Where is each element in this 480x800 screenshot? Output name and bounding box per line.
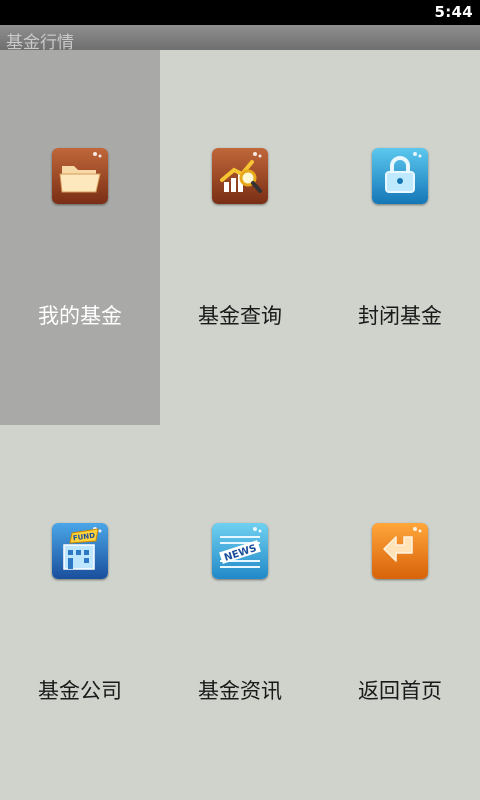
- menu-item-back-home[interactable]: 返回首页: [320, 425, 480, 800]
- menu-item-label: 基金公司: [38, 679, 122, 703]
- status-time: 5:44: [434, 3, 473, 21]
- menu-item-label: 封闭基金: [358, 304, 442, 328]
- menu-item-fund-search[interactable]: 基金查询: [160, 50, 320, 425]
- menu-item-label: 基金资讯: [198, 679, 282, 703]
- menu-item-label: 基金查询: [198, 304, 282, 328]
- news-icon: NEWS: [212, 523, 268, 579]
- chart-search-icon: [212, 148, 268, 204]
- status-bar: 5:44: [0, 0, 480, 25]
- menu-item-closed-fund[interactable]: 封闭基金: [320, 50, 480, 425]
- title-bar: 基金行情: [0, 25, 480, 53]
- menu-item-my-fund[interactable]: 我的基金: [0, 50, 160, 425]
- menu-item-fund-company[interactable]: FUND 基金公司: [0, 425, 160, 800]
- menu-item-label: 返回首页: [358, 679, 442, 703]
- fund-building-icon: FUND: [52, 523, 108, 579]
- back-arrow-icon: [372, 523, 428, 579]
- menu-grid: 我的基金 基金查询 封闭基金 FUND 基金公司 NEWS 基金资讯 返回首页: [0, 50, 480, 800]
- menu-item-fund-news[interactable]: NEWS 基金资讯: [160, 425, 320, 800]
- lock-icon: [372, 148, 428, 204]
- folder-icon: [52, 148, 108, 204]
- menu-item-label: 我的基金: [38, 304, 122, 328]
